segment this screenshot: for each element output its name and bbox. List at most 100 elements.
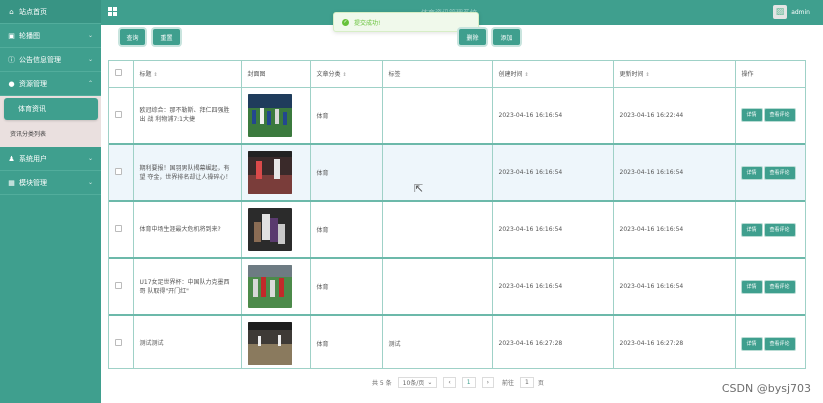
- select-all-checkbox[interactable]: [115, 69, 122, 77]
- table-row: U17女足世界杯：中国队力克墨西哥 队取得"开门红" 体育 2023-04-16…: [109, 258, 805, 316]
- sidebar-subitem-sports-news[interactable]: 体育资讯: [4, 98, 98, 120]
- sidebar-subitem-news-category[interactable]: 资讯分类列表: [0, 122, 101, 144]
- goto-page-input[interactable]: 1: [520, 376, 534, 388]
- reset-button[interactable]: 重置: [153, 29, 180, 45]
- row-actions: 详情 查看评论: [735, 87, 805, 145]
- avatar[interactable]: ▨: [773, 5, 787, 19]
- row-tag: [382, 87, 493, 145]
- column-header-created[interactable]: 创建时间 ⇕: [492, 61, 614, 88]
- view-comments-button[interactable]: 查看评论: [764, 337, 795, 350]
- username[interactable]: admin: [791, 9, 810, 16]
- row-created: 2023-04-16 16:27:28: [492, 315, 614, 368]
- row-tag: [382, 258, 493, 316]
- news-table: 标题 ⇕ 封面图 文章分类 ⇕ 标签 创建时间 ⇕ 更新时间 ⇕ 操作 欧冠综合：那不勒…: [108, 60, 806, 369]
- row-updated: 2023-04-16 16:22:44: [613, 87, 736, 145]
- detail-button[interactable]: 详情: [741, 109, 762, 122]
- current-page[interactable]: 1: [461, 376, 476, 388]
- sort-icon[interactable]: ⇕: [646, 72, 650, 78]
- row-category: 体育: [310, 201, 383, 259]
- resource-icon: ●: [8, 79, 15, 88]
- sort-icon[interactable]: ⇕: [343, 72, 347, 78]
- page-unit-label: 页: [537, 379, 544, 387]
- column-header-cover: 封面图: [241, 61, 311, 88]
- module-icon: ▦: [8, 178, 15, 187]
- row-checkbox[interactable]: [115, 339, 122, 346]
- view-comments-button[interactable]: 查看评论: [764, 223, 795, 236]
- row-updated: 2023-04-16 16:16:54: [613, 258, 736, 316]
- row-checkbox[interactable]: [115, 282, 122, 289]
- column-header-actions: 操作: [735, 61, 805, 88]
- next-page-button[interactable]: ›: [481, 376, 494, 388]
- table-row: 欧冠综合：那不勒斯、拜仁四强胜出 战 利物浦7:1大捷 体育 2023-04-1…: [109, 87, 805, 145]
- user-icon: ♟: [8, 154, 15, 163]
- prev-page-button[interactable]: ‹: [443, 376, 456, 388]
- delete-button[interactable]: 删除: [459, 29, 486, 45]
- row-actions: 详情 查看评论: [735, 144, 805, 202]
- image-icon: ▨: [775, 7, 785, 17]
- sidebar-item-notice[interactable]: ⓘ 公告信息管理 ⌄: [0, 48, 101, 72]
- menu-toggle-icon[interactable]: [108, 7, 117, 16]
- row-tag: 测试: [382, 315, 493, 368]
- row-actions: 详情 查看评论: [735, 201, 805, 259]
- row-tag: [382, 201, 493, 259]
- view-comments-button[interactable]: 查看评论: [764, 166, 795, 179]
- sidebar-item-label: 模块管理: [19, 178, 47, 187]
- row-category: 体育: [310, 144, 383, 202]
- view-comments-button[interactable]: 查看评论: [764, 109, 795, 122]
- row-title: U17女足世界杯：中国队力克墨西哥 队取得"开门红": [133, 258, 242, 316]
- chevron-down-icon: ⌄: [87, 155, 93, 162]
- row-created: 2023-04-16 16:16:54: [492, 144, 614, 202]
- sidebar-item-carousel[interactable]: ▣ 轮播图 ⌄: [0, 24, 101, 48]
- row-checkbox[interactable]: [115, 225, 122, 232]
- query-button[interactable]: 查询: [120, 29, 145, 45]
- sort-icon[interactable]: ⇕: [525, 72, 529, 78]
- cover-image: [247, 208, 292, 251]
- page-size-select[interactable]: 10条/页 ⌄: [397, 376, 438, 388]
- column-header-title[interactable]: 标题 ⇕: [133, 61, 242, 88]
- sidebar-item-label: 站点首页: [19, 7, 47, 16]
- detail-button[interactable]: 详情: [741, 223, 762, 236]
- add-button[interactable]: 添加: [493, 29, 520, 45]
- column-header-updated[interactable]: 更新时间 ⇕: [613, 61, 736, 88]
- detail-button[interactable]: 详情: [741, 280, 762, 293]
- cover-image: [247, 322, 292, 365]
- chevron-up-icon: ⌃: [87, 80, 93, 87]
- success-toast: ✓ 提交成功!: [333, 12, 479, 32]
- row-category: 体育: [310, 315, 383, 368]
- row-checkbox[interactable]: [115, 168, 122, 175]
- view-comments-button[interactable]: 查看评论: [764, 280, 795, 293]
- sidebar-item-home[interactable]: ⌂ 站点首页: [0, 0, 101, 24]
- pagination: 共 5 条 10条/页 ⌄ ‹ 1 › 前往 1 页: [372, 376, 544, 388]
- row-category: 体育: [310, 87, 383, 145]
- row-updated: 2023-04-16 16:16:54: [613, 201, 736, 259]
- column-header-category[interactable]: 文章分类 ⇕: [310, 61, 383, 88]
- row-cover[interactable]: [241, 258, 311, 316]
- row-checkbox[interactable]: [115, 110, 122, 118]
- row-cover[interactable]: [241, 144, 311, 202]
- detail-button[interactable]: 详情: [741, 166, 762, 179]
- row-cover[interactable]: [241, 201, 311, 259]
- detail-button[interactable]: 详情: [741, 337, 762, 350]
- sidebar-item-label: 公告信息管理: [19, 55, 61, 64]
- watermark: CSDN @bysj703: [721, 382, 811, 395]
- row-created: 2023-04-16 16:16:54: [492, 201, 614, 259]
- mouse-cursor-icon: ⇱: [414, 182, 424, 195]
- row-cover[interactable]: [241, 315, 311, 368]
- table-row: 期利要报！国羽男队揭幕崛起，有望 夺金，世界排名却让人操碎心！ 体育 2023-…: [109, 144, 805, 202]
- sidebar-item-modules[interactable]: ▦ 模块管理 ⌄: [0, 171, 101, 195]
- row-cover[interactable]: [241, 87, 311, 145]
- sidebar-item-label: 系统用户: [19, 154, 47, 163]
- table-row: 测试测试 体育 测试 2023-04-16 16:27:28 2023-04-1…: [109, 315, 805, 368]
- toast-message: 提交成功!: [354, 19, 381, 27]
- sidebar-item-resource[interactable]: ● 资源管理 ⌃: [0, 72, 101, 96]
- info-icon: ⓘ: [8, 55, 15, 64]
- sort-icon[interactable]: ⇕: [154, 72, 158, 78]
- table-row: 体育中场生涯最大危机将到来? 体育 2023-04-16 16:16:54 20…: [109, 201, 805, 259]
- row-actions: 详情 查看评论: [735, 258, 805, 316]
- sidebar-item-users[interactable]: ♟ 系统用户 ⌄: [0, 147, 101, 171]
- image-icon: ▣: [8, 31, 15, 40]
- row-updated: 2023-04-16 16:16:54: [613, 144, 736, 202]
- row-title: 期利要报！国羽男队揭幕崛起，有望 夺金，世界排名却让人操碎心！: [133, 144, 242, 202]
- row-title: 测试测试: [133, 315, 242, 368]
- home-icon: ⌂: [9, 7, 14, 16]
